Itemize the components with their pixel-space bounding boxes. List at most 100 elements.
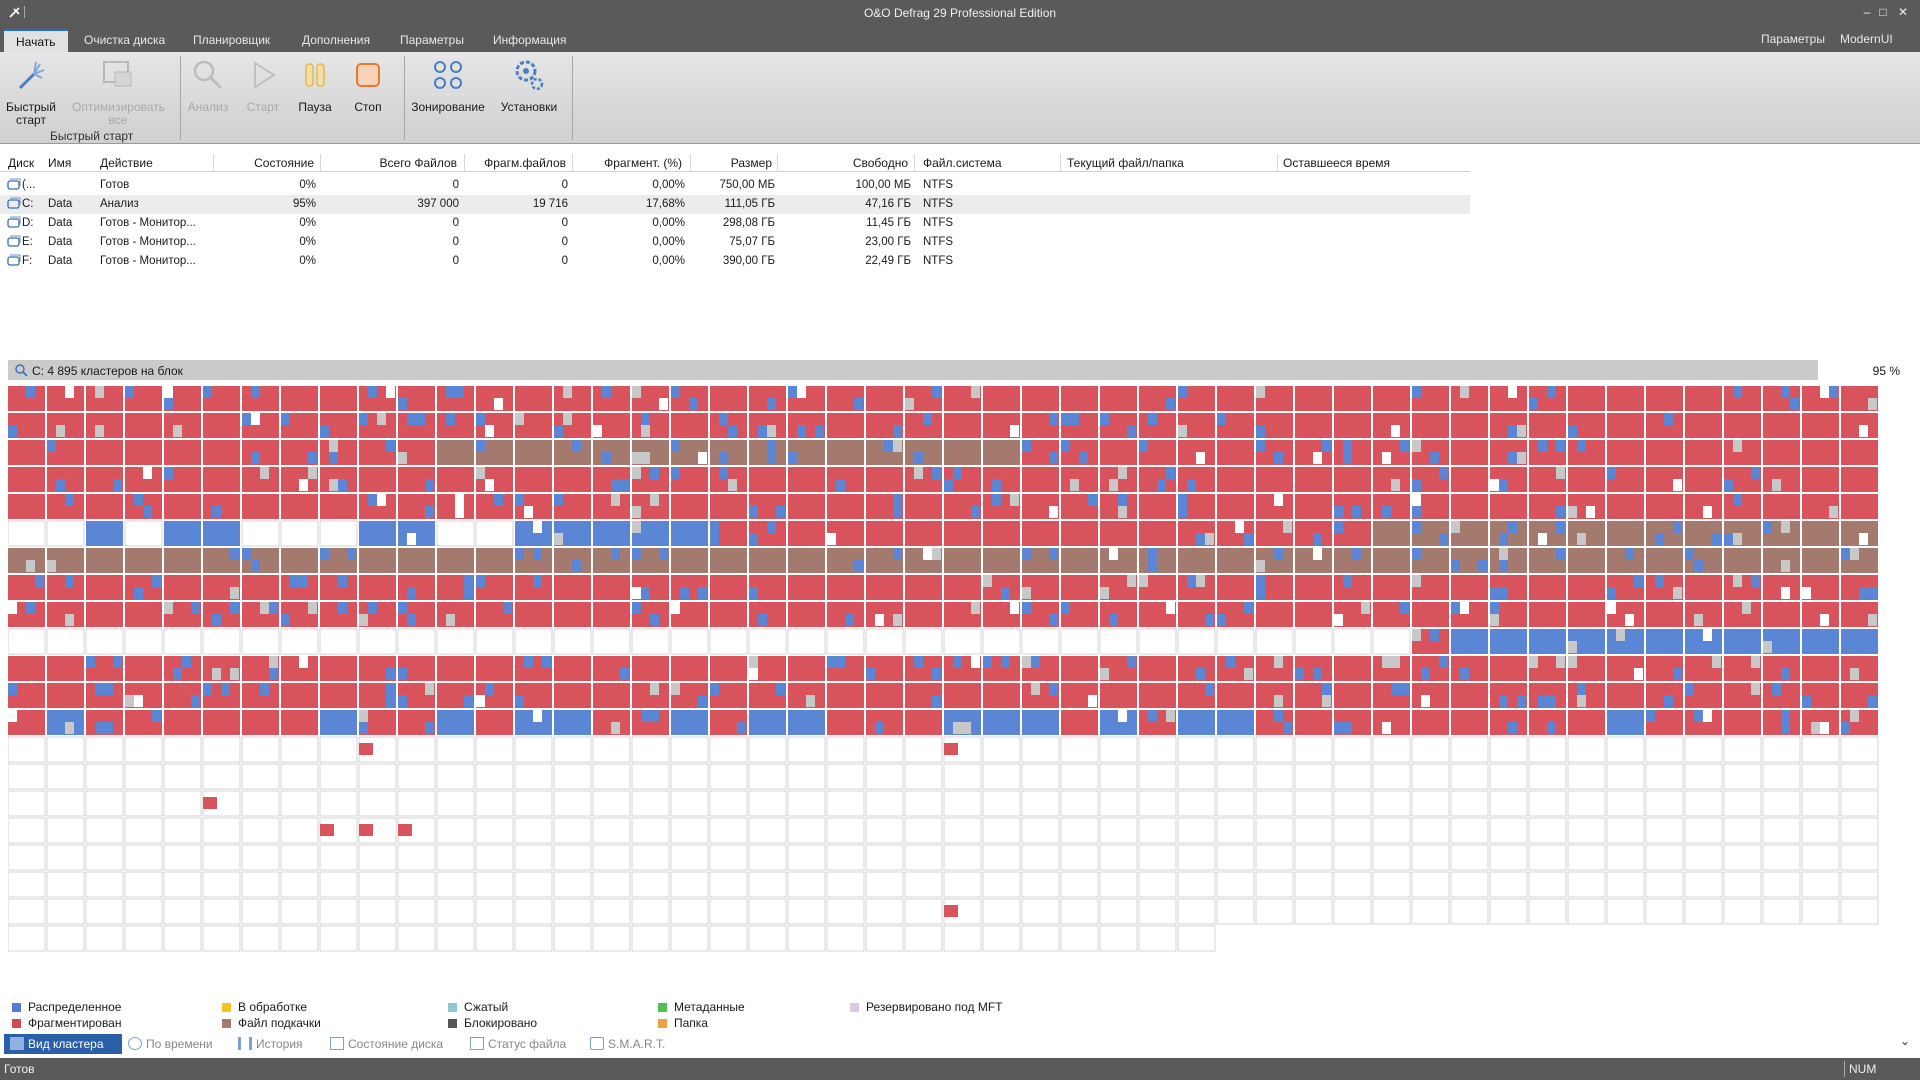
cluster-block: [1567, 817, 1606, 844]
cluster-block: [1294, 763, 1333, 790]
cluster-block: [241, 736, 280, 763]
cluster-block: [982, 736, 1021, 763]
cluster-block: [515, 683, 552, 708]
cluster-block: [944, 521, 981, 546]
cluster-block: [437, 467, 474, 492]
cluster-block: [1372, 628, 1411, 655]
optimize-all-icon: [103, 61, 132, 87]
cluster-block: [1412, 494, 1449, 519]
cluster-block: [1684, 736, 1723, 763]
cluster-block: [1724, 386, 1761, 411]
cluster-block: [865, 898, 904, 925]
cluster-block: [554, 467, 591, 492]
tab-addons[interactable]: Дополнения: [290, 29, 382, 52]
tab-start[interactable]: Начать: [4, 29, 68, 52]
cluster-block: [476, 413, 513, 438]
cluster-block: [788, 656, 825, 681]
col-free[interactable]: Свободно: [778, 156, 908, 170]
cluster-block: [1528, 736, 1567, 763]
quick-start-button[interactable]: Быстрый старт: [0, 58, 66, 127]
cluster-block: [1177, 871, 1216, 898]
right-tab-params[interactable]: Параметры: [1761, 32, 1825, 46]
cluster-block: [826, 628, 865, 655]
cluster-block: [865, 763, 904, 790]
cluster-block: [1217, 440, 1254, 465]
cluster-block: [436, 898, 475, 925]
drive-row[interactable]: E: Data Готов - Монитор... 0% 0 0 0,00% 75,07 Г…: [0, 233, 1470, 252]
col-frag-files[interactable]: Фрагм.файлов: [465, 156, 566, 170]
cluster-block: [1529, 386, 1566, 411]
cluster-block: [1177, 925, 1216, 952]
col-total-files[interactable]: Всего Файлов: [321, 156, 457, 170]
cluster-block: [1256, 413, 1293, 438]
zoning-button[interactable]: Зонирование: [408, 58, 488, 114]
cluster-block: [1568, 548, 1605, 573]
drive-row[interactable]: F: Data Готов - Монитор... 0% 0 0 0,00% 390,00 …: [0, 252, 1470, 271]
cluster-block: [1217, 386, 1254, 411]
settings-button[interactable]: Установки: [493, 58, 565, 114]
row-state: 0%: [299, 255, 316, 267]
cluster-block: [163, 898, 202, 925]
cluster-block: [1451, 521, 1488, 546]
cluster-block: [904, 817, 943, 844]
col-filesystem[interactable]: Файл.система: [923, 156, 1002, 170]
col-current-file[interactable]: Текущий файл/папка: [1067, 156, 1184, 170]
cluster-block: [1217, 602, 1254, 627]
cluster-block: [1100, 413, 1137, 438]
cluster-block: [163, 817, 202, 844]
cluster-block: [904, 871, 943, 898]
cluster-map[interactable]: [8, 386, 1888, 956]
tab-disk-state[interactable]: Состояние диска: [330, 1034, 443, 1054]
col-action[interactable]: Действие: [100, 156, 153, 170]
cluster-block: [553, 790, 592, 817]
cluster-block: [319, 520, 358, 547]
col-remaining-time[interactable]: Оставшееся время: [1283, 156, 1390, 170]
cluster-block: [514, 817, 553, 844]
col-size[interactable]: Размер: [691, 156, 772, 170]
cluster-block: [1061, 494, 1098, 519]
col-frag-percent[interactable]: Фрагмент. (%): [573, 156, 682, 170]
row-disk: D:: [22, 217, 34, 229]
col-name[interactable]: Имя: [48, 156, 71, 170]
col-disk[interactable]: Диск: [8, 156, 34, 170]
tab-cluster-view[interactable]: Вид кластера: [4, 1034, 122, 1054]
tab-scheduler[interactable]: Планировщик: [181, 29, 282, 52]
tab-parameters[interactable]: Параметры: [388, 29, 476, 52]
tab-info[interactable]: Информация: [481, 29, 578, 52]
cluster-block: [436, 520, 475, 547]
cluster-block: [1685, 386, 1722, 411]
stop-button[interactable]: Стоп: [333, 58, 403, 114]
drive-row[interactable]: C: Data Анализ 95% 397 000 19 716 17,68% 111,05…: [0, 195, 1470, 214]
cluster-block: [944, 683, 981, 708]
cluster-block: [85, 925, 124, 952]
drive-row[interactable]: (... Готов 0% 0 0 0,00% 750,00 МБ 100,00 МБ NTFS: [0, 176, 1470, 195]
cluster-block: [866, 413, 903, 438]
tab-time-view[interactable]: По времени: [128, 1034, 213, 1054]
tab-file-status[interactable]: Статус файла: [470, 1034, 566, 1054]
optimize-all-button[interactable]: Оптимизировать все: [72, 58, 165, 127]
drive-icon: [7, 178, 21, 190]
close-button[interactable]: ✕: [1892, 4, 1914, 20]
chevron-down-icon[interactable]: ⌄: [1900, 1034, 1910, 1048]
cluster-block: [164, 548, 201, 573]
cluster-block: [1333, 790, 1372, 817]
cluster-block: [1412, 548, 1449, 573]
cluster-block: [1451, 602, 1488, 627]
cluster-cell: [398, 824, 412, 836]
drive-row[interactable]: D: Data Готов - Монитор... 0% 0 0 0,00% 298,08 …: [0, 214, 1470, 233]
right-tab-modernui[interactable]: ModernUI: [1840, 32, 1893, 46]
tab-history[interactable]: История: [238, 1034, 303, 1054]
cluster-block: [1217, 548, 1254, 573]
tab-disk-cleanup[interactable]: Очистка диска: [72, 29, 177, 52]
tab-smart[interactable]: S.M.A.R.T.: [590, 1034, 665, 1054]
cluster-block: [982, 628, 1021, 655]
cluster-block: [320, 386, 357, 411]
cluster-block: [242, 413, 279, 438]
cluster-block: [1061, 467, 1098, 492]
maximize-button[interactable]: □: [1872, 4, 1894, 20]
col-state[interactable]: Состояние: [214, 156, 314, 170]
cluster-block: [1295, 602, 1332, 627]
cluster-block: [1607, 629, 1644, 654]
status-text: Готов: [4, 1062, 35, 1076]
cluster-block: [709, 844, 748, 871]
